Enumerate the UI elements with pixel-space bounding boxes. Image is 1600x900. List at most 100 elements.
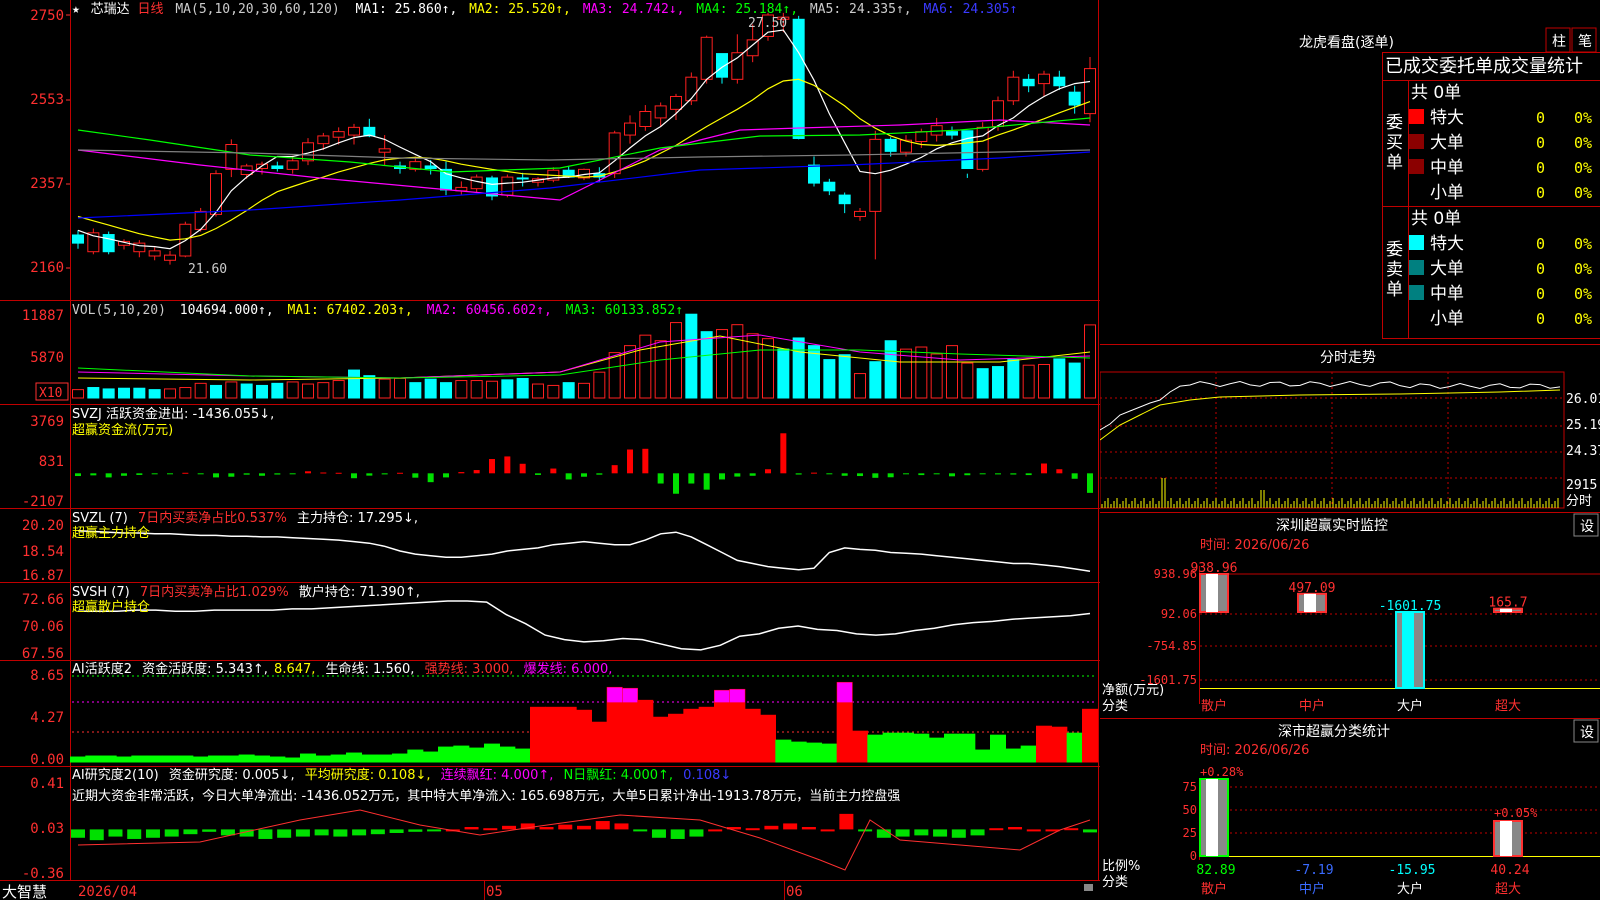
activity-bar [422,751,439,763]
candle[interactable] [1084,57,1096,123]
vol-label: VOL(5,10,20) [72,303,166,318]
flow-bar [933,473,940,475]
main-chart-area[interactable]: 2750 2553 2357 2160 27.50 21.60 ★ 芯瑞达 日线… [0,0,1100,900]
candle[interactable] [210,170,222,217]
vol-tick: 5870 [30,350,64,366]
activity-bar [223,755,240,763]
candle[interactable] [716,53,728,84]
side-panel[interactable]: 龙虎看盘(逐单) 柱 笔 已成交委托单成交量统计 共 0单 委 买 单 特大 0 0… [1100,0,1600,900]
column-view-label: 柱 [1552,34,1566,50]
activity-bar [100,755,117,763]
research-tick: 0.03 [30,821,64,837]
candle[interactable] [164,250,176,265]
candle[interactable] [854,207,866,221]
research-bar [1008,827,1023,830]
fund-flow-panel[interactable]: 3769 831 -2107 SVZJ 活跃资金进出: -1436.055↓, … [22,406,1093,510]
candle[interactable] [225,139,238,178]
candle[interactable] [271,161,284,172]
volume-bar [930,353,943,399]
volume-bar [363,375,376,399]
activity-bar [1020,745,1037,763]
candle[interactable] [685,72,698,106]
candle[interactable] [823,178,836,196]
classification-panel[interactable]: 深市超赢分类统计 设 时间: 2026/06/26 75 50 25 0 82.… [1102,719,1600,897]
volume-panel[interactable]: 11887 5870 X10 VOL(5,10,20) 104694.000↑,… [22,303,1096,401]
candle[interactable] [148,247,161,261]
classify-top-label-1: +0.28% [1200,765,1244,779]
flow-bar [458,472,465,474]
main-holding-line [77,529,1091,573]
vol-value: 104694.000↑, [180,303,274,318]
candle[interactable] [869,130,882,260]
activity-bar [70,756,86,763]
flow-bar [305,471,311,474]
volume-bar [700,331,713,399]
flow-bar [489,459,495,474]
retail-holding-panel[interactable]: 72.66 70.06 67.56 SVSH (7) 7日内买卖净占比1.029… [22,584,1091,662]
candle[interactable] [455,181,468,196]
activity-burst-cap [729,689,745,703]
volume-bar [194,382,207,399]
candle[interactable] [838,192,851,214]
realtime-monitor-panel[interactable]: 深圳超赢实时监控 设 时间: 2026/06/26 938.96 92.06 -… [1102,513,1600,714]
lhb-row-value: 0 [1536,109,1545,127]
lhb-row-pct: 0% [1574,134,1592,152]
candle[interactable] [624,115,636,144]
retail-holding-axis: 72.66 70.06 67.56 [22,592,64,662]
candle[interactable] [363,118,376,138]
candle[interactable] [87,228,100,255]
volume-header: VOL(5,10,20) 104694.000↑, MA1: 67402.203… [72,303,683,318]
main-holding-axis: 20.20 18.54 16.87 [22,518,64,584]
candle[interactable] [532,177,544,187]
period-label: 日线 [138,2,164,17]
lhb-row-value: 0 [1536,260,1545,278]
ma4-value: MA4: 25.184↑, [696,2,798,17]
activity-bar [499,746,516,763]
candle[interactable] [639,105,652,131]
price-panel[interactable]: 2750 2553 2357 2160 27.50 21.60 ★ 芯瑞达 日线… [30,2,1096,277]
flow-bar [581,473,587,477]
candle[interactable] [72,230,84,249]
flow-bar [504,456,511,474]
candle[interactable] [731,34,744,84]
candle[interactable] [133,240,146,258]
volume-bar [1007,359,1020,399]
candle[interactable] [1038,70,1050,97]
activity-bar [254,755,270,763]
candle[interactable] [1007,70,1020,106]
intraday-vol-tick: 2915 [1566,478,1597,493]
lock-icon[interactable] [1084,884,1093,891]
candle[interactable] [930,117,943,142]
ai-activity-panel[interactable]: 8.65 4.27 0.00 AI活跃度2 资金活跃度: 5.343↑, 8.6… [30,661,1098,768]
candle[interactable] [1022,74,1035,93]
buy-rows: 特大 0 0% 大单 0 0% 中单 0 0% 小单 0 0% [1409,108,1592,203]
lhb-row-pct: 0% [1574,159,1592,177]
research-tick: -0.36 [22,866,64,882]
research-tick: 0.41 [30,776,64,792]
flow-bar [1041,463,1047,474]
candle[interactable] [976,122,989,172]
research-bar [1083,829,1097,833]
candle[interactable] [470,174,483,193]
intraday-panel[interactable]: 分时走势 26.01 25.19 24.37 2915 分时 [1100,350,1600,509]
activity-tick: 4.27 [30,710,64,726]
candle[interactable] [102,231,115,255]
candle[interactable] [486,175,498,201]
candle[interactable] [808,156,820,187]
candle[interactable] [1068,85,1081,114]
main-holding-panel[interactable]: 20.20 18.54 16.87 SVZL (7) 7日内买卖净占比0.537… [22,510,1091,584]
candle[interactable] [946,126,958,140]
candle[interactable] [516,172,529,187]
candlestick-series[interactable] [72,12,1096,265]
retail-tick: 70.06 [22,619,64,635]
classify-value: -15.95 [1389,863,1436,878]
candle[interactable] [348,123,360,145]
flow-bar [443,473,449,478]
activity-bar [131,755,148,763]
ai-research-panel[interactable]: 0.41 0.03 -0.36 AI研究度2(10) 资金研究度: 0.005↓… [22,767,1097,882]
candle[interactable] [792,15,805,140]
volume-bar [608,352,621,399]
candle[interactable] [501,174,514,198]
lhb-panel[interactable]: 龙虎看盘(逐单) 柱 笔 已成交委托单成交量统计 共 0单 委 买 单 特大 0 0… [1299,27,1597,329]
candle[interactable] [194,207,207,232]
